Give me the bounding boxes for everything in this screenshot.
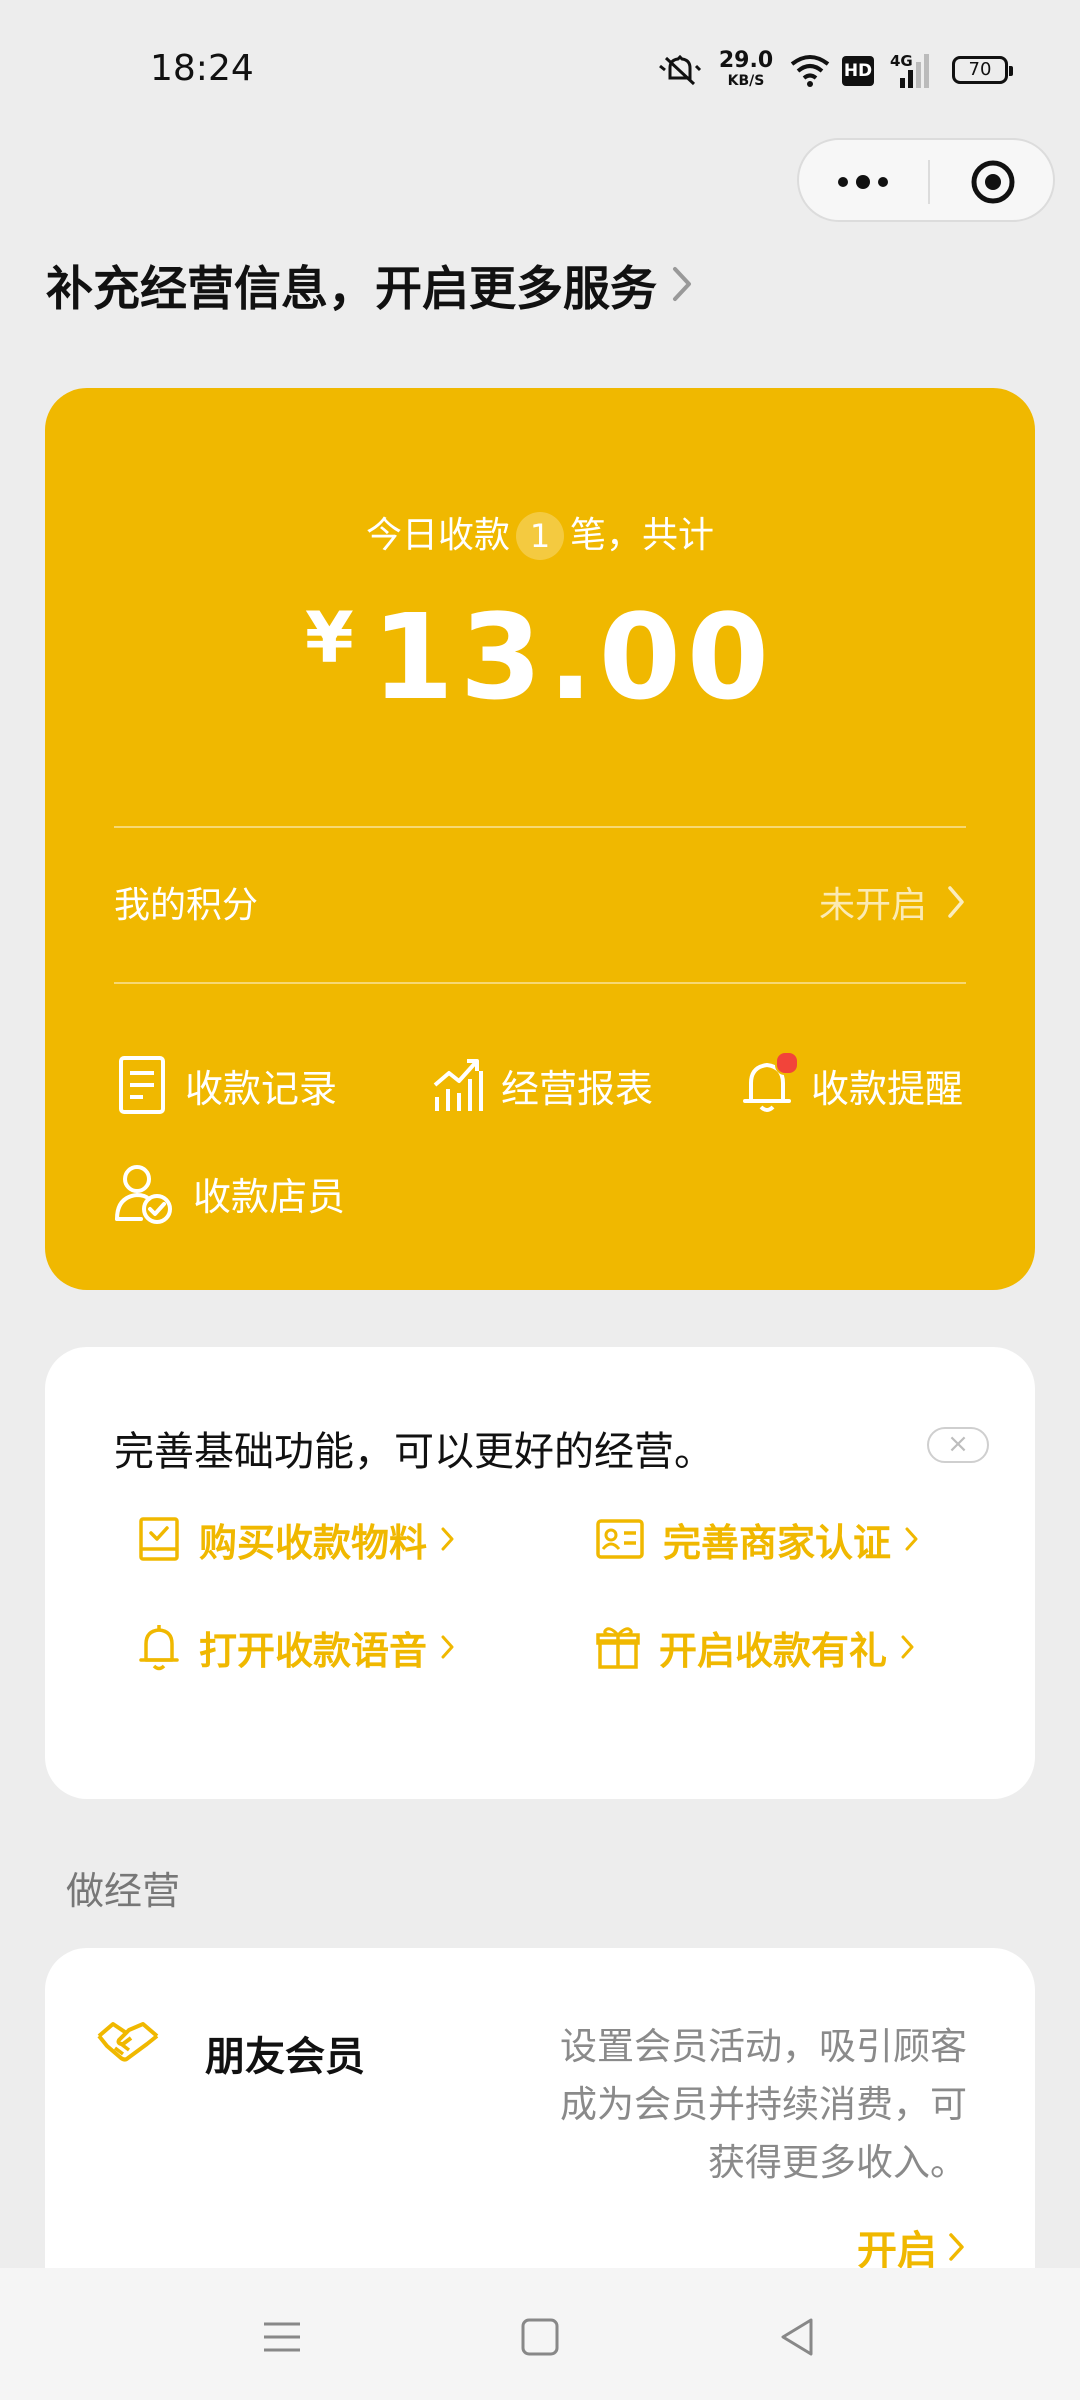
cashier-staff-button[interactable]: 收款店员 bbox=[113, 1158, 345, 1228]
gift-icon bbox=[596, 1627, 640, 1669]
chevron-right-icon bbox=[949, 2233, 964, 2261]
chevron-right-icon bbox=[948, 886, 964, 918]
close-miniprogram-icon[interactable] bbox=[969, 158, 1017, 206]
chevron-right-icon bbox=[441, 1635, 454, 1659]
amount-value: 13.00 bbox=[371, 588, 775, 726]
tool-label: 收款店员 bbox=[193, 1174, 346, 1219]
member-card-description: 设置会员活动，吸引顾客成为会员并持续消费，可获得更多收入。 bbox=[560, 2025, 967, 2184]
points-status-text: 未开启 bbox=[818, 885, 927, 926]
cellular-signal-icon: 4G bbox=[890, 52, 938, 92]
today-count-badge: 1 bbox=[516, 512, 564, 560]
collection-gift-link[interactable]: 开启收款有礼 bbox=[595, 1615, 915, 1679]
chevron-right-icon bbox=[901, 1635, 914, 1659]
complete-business-info-link[interactable]: 补充经营信息，开启更多服务 bbox=[46, 252, 693, 317]
section-heading: 做经营 bbox=[66, 1869, 181, 1913]
feature-label: 完善商家认证 bbox=[663, 1520, 892, 1565]
business-report-button[interactable]: 经营报表 bbox=[431, 1050, 653, 1120]
points-status: 未开启 bbox=[819, 876, 965, 928]
miniprogram-capsule bbox=[797, 138, 1055, 222]
header-link-text: 补充经营信息，开启更多服务 bbox=[46, 261, 657, 317]
today-amount: ¥13.00 bbox=[45, 588, 1035, 726]
menu-icon[interactable] bbox=[257, 2312, 307, 2362]
tool-label: 收款提醒 bbox=[811, 1066, 964, 1111]
hd-icon: HD bbox=[842, 56, 874, 86]
bar-chart-icon bbox=[433, 1059, 483, 1111]
feature-label: 开启收款有礼 bbox=[659, 1628, 888, 1673]
mute-notification-icon bbox=[659, 54, 702, 86]
id-card-icon bbox=[596, 1519, 644, 1559]
points-label: 我的积分 bbox=[114, 885, 259, 926]
voice-broadcast-link[interactable]: 打开收款语音 bbox=[137, 1615, 455, 1679]
system-navigation-bar bbox=[0, 2268, 1080, 2400]
chevron-right-icon bbox=[905, 1527, 918, 1551]
today-suffix: 笔，共计 bbox=[570, 515, 715, 556]
network-speed-value: 29.0 bbox=[718, 48, 774, 73]
chevron-right-icon bbox=[673, 267, 691, 301]
close-button[interactable]: × bbox=[927, 1427, 989, 1463]
basic-functions-card: 完善基础功能，可以更好的经营。 × 购买收款物料 完善商家认证 打开收款语音 开… bbox=[45, 1347, 1035, 1799]
more-options-icon[interactable] bbox=[833, 162, 893, 202]
tool-label: 收款记录 bbox=[185, 1066, 338, 1111]
back-icon[interactable] bbox=[773, 2312, 823, 2362]
receipt-list-icon bbox=[119, 1056, 165, 1114]
today-prefix: 今日收款 bbox=[365, 515, 510, 556]
currency-symbol: ¥ bbox=[305, 597, 354, 679]
today-collection-summary: 今日收款 1 笔，共计 bbox=[45, 506, 1035, 560]
network-speed: 29.0 KB/S bbox=[716, 48, 776, 89]
collection-records-button[interactable]: 收款记录 bbox=[117, 1050, 337, 1120]
home-icon[interactable] bbox=[515, 2312, 565, 2362]
divider bbox=[114, 982, 966, 984]
merchant-verification-link[interactable]: 完善商家认证 bbox=[595, 1507, 919, 1571]
unread-badge bbox=[775, 1051, 799, 1075]
battery-indicator: 70 bbox=[952, 56, 1013, 84]
feature-label: 购买收款物料 bbox=[199, 1520, 428, 1565]
checklist-icon bbox=[139, 1517, 179, 1561]
wifi-icon bbox=[790, 55, 830, 87]
basic-card-title: 完善基础功能，可以更好的经营。 bbox=[114, 1429, 714, 1475]
collection-reminder-button[interactable]: 收款提醒 bbox=[741, 1050, 963, 1120]
handshake-icon bbox=[97, 2022, 159, 2062]
collection-summary-card: 今日收款 1 笔，共计 ¥13.00 我的积分 未开启 收款记录 经营报表 收款… bbox=[45, 388, 1035, 1290]
status-time: 18:24 bbox=[150, 48, 254, 89]
my-points-row[interactable]: 我的积分 未开启 bbox=[45, 838, 1035, 978]
staff-check-icon bbox=[115, 1165, 172, 1224]
divider bbox=[114, 826, 966, 828]
tool-label: 经营报表 bbox=[501, 1066, 654, 1111]
chevron-right-icon bbox=[441, 1527, 454, 1551]
member-card-title: 朋友会员 bbox=[205, 2034, 365, 2080]
status-bar: 18:24 29.0 KB/S HD 4G 70 bbox=[0, 0, 1080, 140]
buy-materials-link[interactable]: 购买收款物料 bbox=[137, 1507, 455, 1571]
network-speed-unit: KB/S bbox=[727, 73, 765, 89]
feature-label: 打开收款语音 bbox=[199, 1628, 428, 1673]
capsule-divider bbox=[928, 160, 930, 204]
bell-icon bbox=[139, 1625, 179, 1671]
